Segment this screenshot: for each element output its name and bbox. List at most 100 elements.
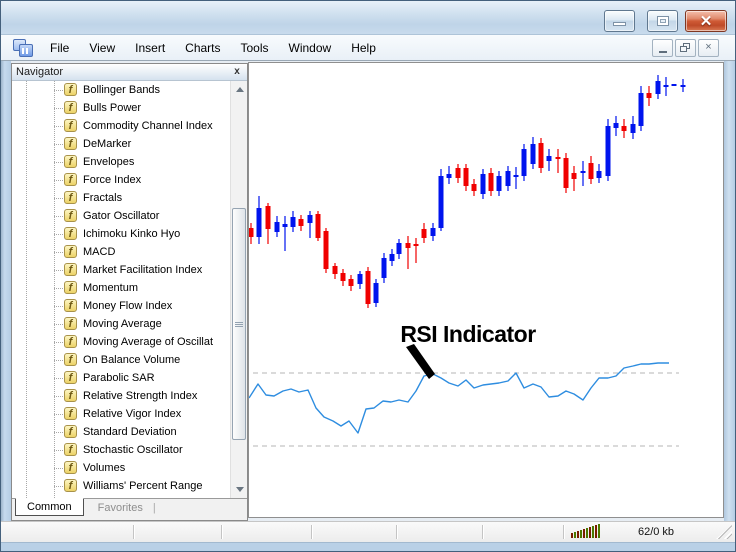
window-close-button[interactable]: ✕ [685, 10, 727, 32]
candlestick [630, 116, 636, 139]
window-frame-left [1, 61, 11, 521]
tree-connector [54, 342, 63, 343]
candlestick [488, 168, 494, 196]
navigator-item-label: Momentum [83, 282, 139, 294]
navigator-item-moving-average-of-oscillat[interactable]: f Moving Average of Oscillat [12, 333, 247, 351]
candlestick [357, 271, 363, 289]
navigator-item-market-facilitation-index[interactable]: f Market Facilitation Index [12, 261, 247, 279]
candlestick [471, 179, 477, 196]
navigator-header[interactable]: Navigator x [12, 64, 247, 81]
tree-connector [54, 90, 63, 91]
navigator-item-label: Bollinger Bands [83, 84, 161, 96]
tree-connector [54, 198, 63, 199]
scroll-down-button[interactable] [231, 481, 247, 498]
tree-connector [54, 144, 63, 145]
candlestick [256, 196, 262, 244]
indicator-function-icon: f [64, 119, 77, 132]
navigator-tree: f Bollinger Bands f Bulls Power f Commodity C… [12, 81, 247, 498]
indicator-function-icon: f [64, 227, 77, 240]
window-titlebar[interactable]: ✕ [1, 1, 735, 35]
menu-item-tools[interactable]: Tools [231, 37, 279, 59]
menu-item-insert[interactable]: Insert [125, 37, 175, 59]
navigator-item-relative-strength-index[interactable]: f Relative Strength Index [12, 387, 247, 405]
window-minimize-button[interactable] [604, 10, 635, 32]
navigator-item-williams-percent-range[interactable]: f Williams' Percent Range [12, 477, 247, 495]
indicator-function-icon: f [64, 281, 77, 294]
tree-connector [54, 378, 63, 379]
scroll-up-button[interactable] [231, 81, 247, 98]
navigator-item-label: Ichimoku Kinko Hyo [83, 228, 181, 240]
indicator-function-icon: f [64, 479, 77, 492]
candlestick [438, 169, 444, 231]
chart-close-button[interactable]: × [698, 38, 719, 57]
navigator-item-fractals[interactable]: f Fractals [12, 189, 247, 207]
signal-bar [586, 528, 588, 538]
candlestick [290, 211, 296, 232]
candlestick [332, 263, 338, 279]
window-maximize-button[interactable] [647, 10, 678, 32]
scrollbar-thumb[interactable] [232, 208, 246, 440]
candlestick [373, 279, 379, 307]
chart-restore-button[interactable] [675, 38, 696, 57]
navigator-item-moving-average[interactable]: f Moving Average [12, 315, 247, 333]
navigator-item-gator-oscillator[interactable]: f Gator Oscillator [12, 207, 247, 225]
navigator-item-label: Fractals [83, 192, 123, 204]
indicator-function-icon: f [64, 191, 77, 204]
tab-favorites[interactable]: Favorites [84, 499, 153, 514]
candlestick [365, 267, 371, 308]
candlestick [538, 138, 544, 173]
navigator-item-money-flow-index[interactable]: f Money Flow Index [12, 297, 247, 315]
navigator-item-commodity-channel-index[interactable]: f Commodity Channel Index [12, 117, 247, 135]
navigator-item-ichimoku-kinko-hyo[interactable]: f Ichimoku Kinko Hyo [12, 225, 247, 243]
navigator-item-macd[interactable]: f MACD [12, 243, 247, 261]
navigator-item-envelopes[interactable]: f Envelopes [12, 153, 247, 171]
candlestick [621, 119, 627, 138]
indicator-function-icon: f [64, 371, 77, 384]
menu-item-view[interactable]: View [79, 37, 125, 59]
close-icon: × [705, 41, 712, 53]
candlestick [323, 228, 329, 273]
rsi-annotation-label: RSI Indicator [400, 321, 536, 347]
tree-connector [54, 450, 63, 451]
navigator-item-on-balance-volume[interactable]: f On Balance Volume [12, 351, 247, 369]
navigator-item-stochastic-oscillator[interactable]: f Stochastic Oscillator [12, 441, 247, 459]
candlestick [389, 249, 395, 266]
navigator-scrollbar[interactable] [230, 81, 247, 498]
resize-grip[interactable] [716, 525, 732, 539]
tree-connector [54, 414, 63, 415]
candlestick [496, 171, 502, 196]
candlestick [638, 86, 644, 131]
navigator-item-force-index[interactable]: f Force Index [12, 171, 247, 189]
candlestick [315, 211, 321, 241]
navigator-item-label: Envelopes [83, 156, 135, 168]
menu-item-charts[interactable]: Charts [175, 37, 230, 59]
tree-connector [54, 486, 63, 487]
navigator-item-standard-deviation[interactable]: f Standard Deviation [12, 423, 247, 441]
tick-volume-bars-icon [571, 524, 600, 538]
chart-minimize-button[interactable] [652, 38, 673, 57]
menu-item-help[interactable]: Help [341, 37, 386, 59]
navigator-item-momentum[interactable]: f Momentum [12, 279, 247, 297]
navigator-item-volumes[interactable]: f Volumes [12, 459, 247, 477]
navigator-item-label: On Balance Volume [83, 354, 181, 366]
tab-common[interactable]: Common [15, 498, 84, 516]
menu-item-file[interactable]: File [40, 37, 79, 59]
tree-connector [54, 234, 63, 235]
candlestick [381, 253, 387, 283]
navigator-item-label: Bulls Power [83, 102, 142, 114]
navigator-item-bollinger-bands[interactable]: f Bollinger Bands [12, 81, 247, 99]
navigator-item-parabolic-sar[interactable]: f Parabolic SAR [12, 369, 247, 387]
indicator-function-icon: f [64, 425, 77, 438]
navigator-panel: Navigator x f Bollinger Bands f Bulls Power… [11, 63, 248, 521]
navigator-close-icon[interactable]: x [231, 64, 243, 80]
chart-panel[interactable]: RSI Indicator [248, 62, 724, 518]
menu-item-window[interactable]: Window [279, 37, 342, 59]
candlestick [655, 75, 661, 99]
app-logo-icon[interactable] [13, 38, 34, 57]
signal-bar [598, 524, 600, 538]
navigator-item-bulls-power[interactable]: f Bulls Power [12, 99, 247, 117]
navigator-item-demarker[interactable]: f DeMarker [12, 135, 247, 153]
candlestick [421, 223, 427, 243]
navigator-item-relative-vigor-index[interactable]: f Relative Vigor Index [12, 405, 247, 423]
candlestick [446, 166, 452, 184]
